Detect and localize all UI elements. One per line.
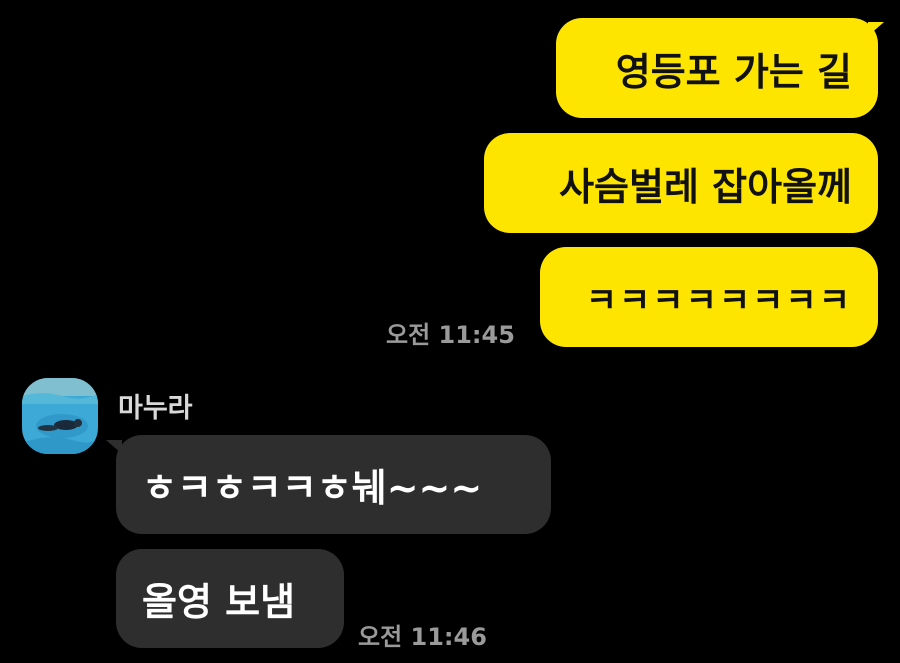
message-timestamp: 오전 11:46	[358, 623, 487, 651]
profile-photo-pool-icon	[22, 378, 98, 454]
message-text: ㅋㅋㅋㅋㅋㅋㅋㅋ	[585, 280, 852, 321]
message-text: 사슴벌레 잡아올께	[559, 164, 852, 209]
outgoing-message-bubble[interactable]: 사슴벌레 잡아올께	[484, 133, 878, 233]
sender-name: 마누라	[118, 393, 193, 424]
incoming-message-bubble[interactable]: 올영 보냄	[116, 549, 344, 648]
outgoing-message-bubble[interactable]: 영등포 가는 길	[556, 18, 878, 118]
message-text: 영등포 가는 길	[615, 49, 852, 94]
message-text: ㅎㅋㅎㅋㅋㅎ눼~~~	[142, 466, 483, 510]
message-timestamp: 오전 11:45	[386, 321, 515, 349]
message-text: 올영 보냄	[142, 580, 296, 624]
incoming-message-bubble[interactable]: ㅎㅋㅎㅋㅋㅎ눼~~~	[116, 435, 551, 534]
outgoing-message-bubble[interactable]: ㅋㅋㅋㅋㅋㅋㅋㅋ	[540, 247, 878, 347]
sender-avatar[interactable]	[22, 378, 98, 454]
